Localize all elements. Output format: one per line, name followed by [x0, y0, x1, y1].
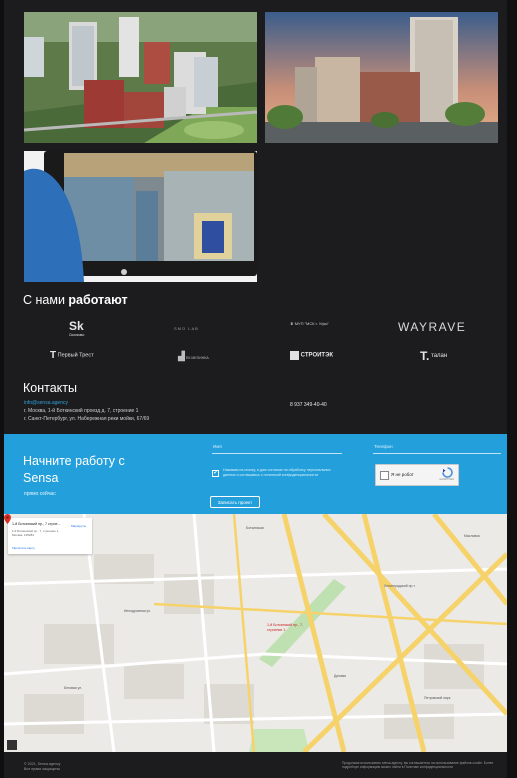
map-enlarge-link[interactable]: Увеличить карту [12, 546, 35, 550]
map-label-begovaya: Беговая ул. [64, 686, 83, 690]
footer-rights: Все права защищены [24, 767, 61, 771]
map-label-ippodromnaya: Ипподромная ул. [124, 609, 152, 613]
name-input[interactable] [212, 453, 342, 454]
partner-logo-stroitek: СТРОИТЭК [290, 351, 333, 360]
submit-project-button[interactable]: Записать проект [210, 496, 260, 508]
project-photo-aerial[interactable] [24, 12, 257, 143]
contact-phone-link[interactable]: 8 937 349-40-40 [290, 402, 327, 408]
recaptcha-logo-icon [442, 467, 453, 478]
window-frame-right [507, 0, 517, 778]
map-fullscreen-button[interactable] [7, 740, 17, 750]
contact-email-link[interactable]: info@sensa.agency [24, 400, 68, 406]
map-label-botkinskaya: Боткинская [246, 526, 264, 530]
partner-logo-mup: ♛ МУП "МСК г. Уфы" [290, 321, 329, 326]
phone-field-label: Телефон [374, 444, 393, 449]
phone-input[interactable] [373, 453, 501, 454]
street-render-image [265, 12, 498, 143]
aerial-render-image [24, 12, 257, 143]
map-pin-icon[interactable] [4, 514, 11, 524]
map-pin-label: 1-й Боткинский пр., 7, строение 1 [267, 623, 304, 632]
letter-t-dot-icon: T. [420, 349, 430, 363]
project-photo-street[interactable] [265, 12, 498, 143]
partner-logo-ek: ▟ ЕК МЕЛИНКА [178, 351, 209, 361]
map-place-address: 1-й Боткинский пр., 7, строение 1, Москв… [12, 529, 60, 537]
map-label-maslovka: Масловка [464, 534, 480, 538]
footer: © 2021, Sensa.agency Все права защищены … [4, 752, 507, 778]
recaptcha-checkbox[interactable] [380, 471, 389, 480]
partners-title: С нами работают [23, 293, 128, 307]
cta-subtitle: прямо сейчас [24, 491, 56, 497]
cta-section: Начните работу с Sensa прямо сейчас Имя … [4, 434, 507, 514]
location-map[interactable]: 1-й Боткинский пр., 7 строе... 1-й Ботки… [4, 514, 507, 752]
map-label-leningradsky: Ленинградский пр-т [384, 584, 416, 588]
crown-icon: ♛ [290, 321, 294, 326]
map-directions-link[interactable]: Маршруты [71, 524, 86, 528]
map-place-card: 1-й Боткинский пр., 7 строе... 1-й Ботки… [8, 518, 92, 554]
consent-text: Нажимая на кнопку, я даю согласие на обр… [223, 468, 331, 477]
page: С нами работают Sk Сколково SMO LAB ♛ МУ… [0, 0, 517, 778]
letter-t-icon: T [50, 350, 57, 361]
partner-logo-perviy-trest: T Первый Трест [50, 350, 94, 361]
map-label-petrovsky-park: Петровский парк [424, 696, 451, 700]
recaptcha-widget: Я не робот reCAPTCHA [375, 464, 459, 486]
footer-copyright: © 2021, Sensa.agency [24, 762, 61, 766]
partner-logo-skolkovo: Sk Сколково [69, 319, 85, 337]
partner-logo-wayrave: WAYRAVE [398, 320, 467, 334]
recaptcha-label: Я не робот [391, 472, 414, 477]
address-spb: г. Санкт-Петербург, ул. Набережная реки … [24, 416, 150, 422]
map-place-name: 1-й Боткинский пр., 7 строе... [12, 522, 61, 526]
address-moscow: г. Москва, 1-й Боткинский проезд д. 7, с… [24, 408, 139, 414]
map-label-dinamo: Динамо [334, 674, 347, 678]
cta-title: Начните работу с Sensa [23, 454, 125, 485]
footer-cookie-notice: Продолжая использовать sensa.agency, вы … [342, 761, 494, 770]
consent-checkbox[interactable]: ✔ [212, 470, 219, 477]
partner-logo-smolab: SMO LAB [174, 326, 199, 331]
contacts-title: Контакты [23, 381, 77, 395]
name-field-label: Имя [213, 444, 222, 449]
square-mark-icon [290, 351, 299, 360]
bar-chart-icon: ▟ [178, 351, 185, 361]
monitor-interior-image [24, 151, 257, 282]
project-photo-monitor[interactable] [24, 151, 257, 282]
partner-logo-talan: T. талан [420, 349, 448, 363]
recaptcha-brand: reCAPTCHA [439, 478, 454, 481]
